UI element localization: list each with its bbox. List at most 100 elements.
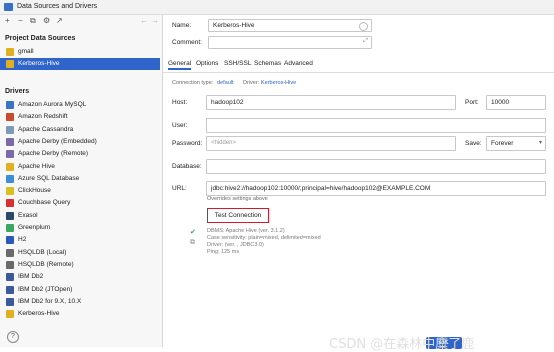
list-item[interactable]: IBM Db2 for 9.X, 10.X: [0, 296, 160, 308]
driver-value[interactable]: Kerberos-Hive: [261, 80, 296, 86]
list-item-label: Azure SQL Database: [18, 174, 80, 182]
database-label: Database:: [172, 163, 202, 170]
list-item[interactable]: Greenplum: [0, 222, 160, 234]
add-icon[interactable]: +: [5, 16, 10, 25]
database-field[interactable]: [206, 159, 546, 174]
tab-ssh-ssl[interactable]: SSH/SSL: [224, 60, 251, 67]
window-title: Data Sources and Drivers: [17, 3, 98, 10]
expand-icon[interactable]: ⤢: [363, 38, 368, 45]
comment-label: Comment:: [172, 39, 202, 46]
couchbase-icon: [6, 199, 14, 208]
name-label: Name:: [172, 22, 192, 29]
name-field[interactable]: Kerberos-Hive: [208, 19, 372, 32]
list-item[interactable]: HSQLDB (Local): [0, 247, 160, 259]
list-item[interactable]: IBM Db2: [0, 271, 160, 283]
edit-icon[interactable]: ↗: [56, 16, 63, 25]
redshift-icon: [6, 113, 14, 122]
host-field[interactable]: hadoop102: [206, 95, 456, 110]
list-item[interactable]: IBM Db2 (JTOpen): [0, 284, 160, 296]
list-item[interactable]: Amazon Redshift: [0, 111, 160, 123]
color-picker-icon[interactable]: [359, 21, 368, 31]
save-label: Save:: [465, 140, 482, 147]
back-arrow-icon[interactable]: ←: [140, 16, 148, 25]
settings-icon[interactable]: ⚙: [43, 16, 50, 25]
hive-icon: [6, 60, 14, 68]
exasol-icon: [6, 211, 14, 220]
tab-advanced[interactable]: Advanced: [284, 60, 313, 67]
list-item-label: IBM Db2: [18, 273, 44, 281]
tab-bar: General Options SSH/SSL Schemas Advanced: [168, 60, 548, 70]
help-icon[interactable]: ?: [7, 331, 19, 343]
hsqldb-icon: [6, 248, 14, 257]
list-item-label: Amazon Redshift: [18, 113, 68, 121]
list-item-label: Kerberos-Hive: [18, 310, 60, 318]
comment-field[interactable]: ⤢: [208, 36, 372, 49]
tab-options[interactable]: Options: [196, 60, 218, 67]
remove-icon[interactable]: −: [18, 16, 23, 25]
copy-icon[interactable]: ⧉: [30, 16, 36, 26]
list-item-label: Greenplum: [18, 224, 51, 231]
chevron-down-icon: ▾: [538, 140, 542, 146]
tab-general[interactable]: General: [168, 60, 192, 70]
list-item[interactable]: HSQLDB (Remote): [0, 259, 160, 271]
list-item-selected[interactable]: Kerberos-Hive: [0, 58, 160, 70]
tab-divider: [163, 72, 554, 73]
list-item-label: Apache Cassandra: [18, 125, 74, 133]
list-item[interactable]: Amazon Aurora MySQL: [0, 99, 160, 111]
url-field[interactable]: jdbc:hive2://hadoop102:10000/;principal=…: [206, 181, 546, 196]
list-item[interactable]: gmall: [0, 46, 160, 58]
sidebar: + − ⧉ ⚙ ↗ ← → Project Data Sources gmall…: [0, 15, 163, 347]
list-item[interactable]: Azure SQL Database: [0, 173, 160, 185]
forward-arrow-icon[interactable]: →: [151, 16, 159, 25]
overrides-note: Overrides settings above: [207, 196, 268, 202]
derby-icon: [6, 150, 14, 159]
port-label: Port:: [465, 99, 479, 106]
tab-schemas[interactable]: Schemas: [254, 60, 281, 67]
connection-type-value[interactable]: default: [217, 80, 234, 86]
list-item-label: IBM Db2 (JTOpen): [18, 285, 73, 293]
list-item-label: HSQLDB (Remote): [18, 260, 74, 268]
hive-icon: [6, 162, 14, 171]
greenplum-icon: [6, 224, 14, 232]
host-label: Host:: [172, 99, 188, 106]
list-item[interactable]: Apache Derby (Remote): [0, 148, 160, 160]
save-select[interactable]: Forever ▾: [486, 136, 546, 151]
clickhouse-icon: [6, 187, 14, 196]
driver-label: Driver:: [243, 80, 260, 86]
list-item-label: Apache Derby (Embedded): [18, 137, 97, 145]
hive-icon: [6, 48, 14, 56]
h2-icon: [6, 236, 14, 245]
db2-icon: [6, 285, 14, 294]
check-icon: ✔: [190, 229, 196, 236]
list-item[interactable]: Exasol: [0, 210, 160, 222]
user-field[interactable]: [206, 118, 546, 133]
watermark: CSDN @在森林中麋了鹿: [329, 337, 475, 352]
db2-icon: [6, 273, 14, 282]
info-ping: Ping: 125 ms: [207, 249, 240, 255]
list-item[interactable]: Apache Derby (Embedded): [0, 136, 160, 148]
list-item-label: Exasol: [18, 211, 38, 219]
user-label: User:: [172, 122, 188, 129]
test-connection-button[interactable]: Test Connection: [207, 208, 269, 223]
list-item[interactable]: Apache Cassandra: [0, 124, 160, 136]
port-field[interactable]: 10000: [486, 95, 546, 110]
password-field[interactable]: <hidden>: [206, 136, 456, 151]
list-item-label: HSQLDB (Local): [18, 248, 67, 256]
list-item-label: H2: [18, 236, 27, 244]
list-item-label: Apache Derby (Remote): [18, 150, 89, 158]
cassandra-icon: [6, 125, 14, 134]
aurora-icon: [6, 101, 14, 109]
list-item[interactable]: Kerberos-Hive: [0, 308, 160, 320]
list-item-label: IBM Db2 for 9.X, 10.X: [18, 297, 82, 305]
password-label: Password:: [172, 140, 203, 147]
list-item[interactable]: H2: [0, 234, 160, 246]
list-item-label: Couchbase Query: [18, 199, 71, 207]
copy-icon[interactable]: ⧉: [190, 239, 195, 247]
title-bar: Data Sources and Drivers: [0, 0, 554, 15]
list-item-label: Kerberos-Hive: [18, 60, 60, 67]
list-item[interactable]: Apache Hive: [0, 161, 160, 173]
list-item[interactable]: Couchbase Query: [0, 197, 160, 209]
list-item-label: ClickHouse: [18, 187, 51, 195]
info-driver: Driver: (ver. , JDBC3.0): [207, 242, 264, 248]
list-item[interactable]: ClickHouse: [0, 185, 160, 197]
